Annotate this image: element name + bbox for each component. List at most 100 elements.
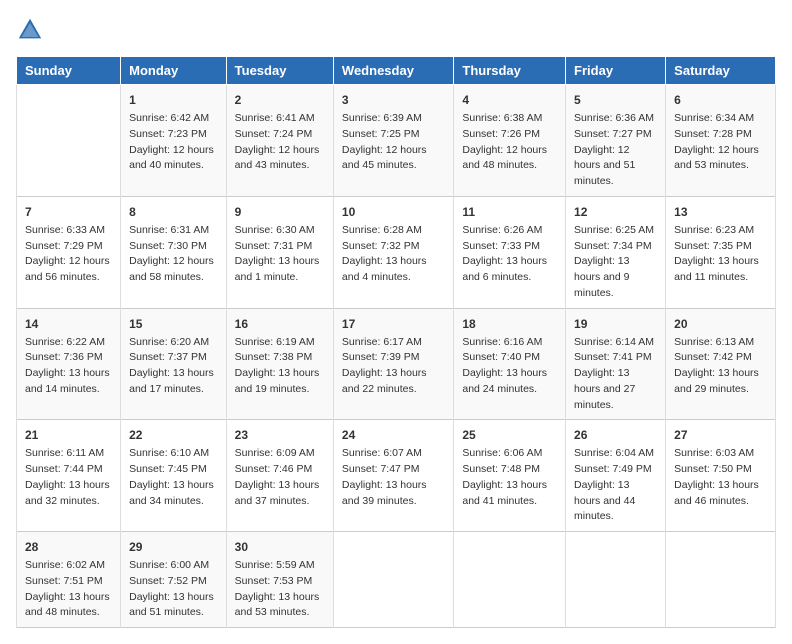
day-info: Sunrise: 6:03 AMSunset: 7:50 PMDaylight:… <box>674 446 767 509</box>
day-info: Sunrise: 6:33 AMSunset: 7:29 PMDaylight:… <box>25 223 112 286</box>
day-header-wednesday: Wednesday <box>333 57 453 85</box>
day-info: Sunrise: 6:07 AMSunset: 7:47 PMDaylight:… <box>342 446 445 509</box>
calendar-cell: 20 Sunrise: 6:13 AMSunset: 7:42 PMDayligh… <box>666 308 776 420</box>
day-info: Sunrise: 6:04 AMSunset: 7:49 PMDaylight:… <box>574 446 657 525</box>
header-row: SundayMondayTuesdayWednesdayThursdayFrid… <box>17 57 776 85</box>
day-info: Sunrise: 6:34 AMSunset: 7:28 PMDaylight:… <box>674 111 767 174</box>
week-row-2: 7 Sunrise: 6:33 AMSunset: 7:29 PMDaylight… <box>17 196 776 308</box>
day-info: Sunrise: 6:41 AMSunset: 7:24 PMDaylight:… <box>235 111 325 174</box>
calendar-cell: 21 Sunrise: 6:11 AMSunset: 7:44 PMDayligh… <box>17 420 121 532</box>
day-info: Sunrise: 6:11 AMSunset: 7:44 PMDaylight:… <box>25 446 112 509</box>
day-info: Sunrise: 6:38 AMSunset: 7:26 PMDaylight:… <box>462 111 557 174</box>
calendar-cell: 27 Sunrise: 6:03 AMSunset: 7:50 PMDayligh… <box>666 420 776 532</box>
calendar-header: SundayMondayTuesdayWednesdayThursdayFrid… <box>17 57 776 85</box>
logo <box>16 16 48 44</box>
day-info: Sunrise: 6:17 AMSunset: 7:39 PMDaylight:… <box>342 335 445 398</box>
day-number: 13 <box>674 203 767 221</box>
day-number: 30 <box>235 538 325 556</box>
day-header-sunday: Sunday <box>17 57 121 85</box>
week-row-5: 28Sunrise: 6:02 AMSunset: 7:51 PMDayligh… <box>17 532 776 628</box>
calendar-cell: 5 Sunrise: 6:36 AMSunset: 7:27 PMDaylight… <box>566 85 666 197</box>
day-number: 29 <box>129 538 218 556</box>
day-number: 20 <box>674 315 767 333</box>
day-number: 5 <box>574 91 657 109</box>
day-number: 2 <box>235 91 325 109</box>
day-number: 7 <box>25 203 112 221</box>
day-number: 26 <box>574 426 657 444</box>
day-number: 18 <box>462 315 557 333</box>
calendar-cell: 18 Sunrise: 6:16 AMSunset: 7:40 PMDayligh… <box>454 308 566 420</box>
day-info: Sunrise: 6:26 AMSunset: 7:33 PMDaylight:… <box>462 223 557 286</box>
calendar-cell: 11 Sunrise: 6:26 AMSunset: 7:33 PMDayligh… <box>454 196 566 308</box>
calendar-cell: 29Sunrise: 6:00 AMSunset: 7:52 PMDayligh… <box>121 532 227 628</box>
day-number: 24 <box>342 426 445 444</box>
calendar-cell <box>333 532 453 628</box>
calendar-cell: 3Sunrise: 6:39 AMSunset: 7:25 PMDaylight… <box>333 85 453 197</box>
day-number: 8 <box>129 203 218 221</box>
day-info: Sunrise: 6:22 AMSunset: 7:36 PMDaylight:… <box>25 335 112 398</box>
calendar-cell: 6Sunrise: 6:34 AMSunset: 7:28 PMDaylight… <box>666 85 776 197</box>
day-header-friday: Friday <box>566 57 666 85</box>
day-number: 11 <box>462 203 557 221</box>
day-header-thursday: Thursday <box>454 57 566 85</box>
calendar-cell: 12 Sunrise: 6:25 AMSunset: 7:34 PMDayligh… <box>566 196 666 308</box>
calendar-cell: 8 Sunrise: 6:31 AMSunset: 7:30 PMDaylight… <box>121 196 227 308</box>
day-info: Sunrise: 6:30 AMSunset: 7:31 PMDaylight:… <box>235 223 325 286</box>
day-number: 14 <box>25 315 112 333</box>
day-info: Sunrise: 6:28 AMSunset: 7:32 PMDaylight:… <box>342 223 445 286</box>
day-number: 4 <box>462 91 557 109</box>
calendar-cell: 28Sunrise: 6:02 AMSunset: 7:51 PMDayligh… <box>17 532 121 628</box>
day-number: 16 <box>235 315 325 333</box>
day-number: 27 <box>674 426 767 444</box>
calendar-cell: 13 Sunrise: 6:23 AMSunset: 7:35 PMDayligh… <box>666 196 776 308</box>
day-number: 15 <box>129 315 218 333</box>
day-info: Sunrise: 6:23 AMSunset: 7:35 PMDaylight:… <box>674 223 767 286</box>
day-number: 1 <box>129 91 218 109</box>
calendar-cell: 23Sunrise: 6:09 AMSunset: 7:46 PMDayligh… <box>226 420 333 532</box>
calendar-cell: 1 Sunrise: 6:42 AMSunset: 7:23 PMDaylight… <box>121 85 227 197</box>
day-header-saturday: Saturday <box>666 57 776 85</box>
day-info: Sunrise: 6:06 AMSunset: 7:48 PMDaylight:… <box>462 446 557 509</box>
week-row-1: 1 Sunrise: 6:42 AMSunset: 7:23 PMDaylight… <box>17 85 776 197</box>
day-number: 21 <box>25 426 112 444</box>
day-info: Sunrise: 6:39 AMSunset: 7:25 PMDaylight:… <box>342 111 445 174</box>
calendar-cell <box>566 532 666 628</box>
day-number: 12 <box>574 203 657 221</box>
day-number: 25 <box>462 426 557 444</box>
logo-icon <box>16 16 44 44</box>
day-info: Sunrise: 6:42 AMSunset: 7:23 PMDaylight:… <box>129 111 218 174</box>
calendar-cell: 7 Sunrise: 6:33 AMSunset: 7:29 PMDaylight… <box>17 196 121 308</box>
day-number: 28 <box>25 538 112 556</box>
calendar-cell: 14 Sunrise: 6:22 AMSunset: 7:36 PMDayligh… <box>17 308 121 420</box>
day-number: 19 <box>574 315 657 333</box>
day-info: Sunrise: 6:20 AMSunset: 7:37 PMDaylight:… <box>129 335 218 398</box>
day-info: Sunrise: 6:19 AMSunset: 7:38 PMDaylight:… <box>235 335 325 398</box>
calendar-cell: 9Sunrise: 6:30 AMSunset: 7:31 PMDaylight… <box>226 196 333 308</box>
day-info: Sunrise: 6:09 AMSunset: 7:46 PMDaylight:… <box>235 446 325 509</box>
page-header <box>16 16 776 44</box>
calendar-cell: 16 Sunrise: 6:19 AMSunset: 7:38 PMDayligh… <box>226 308 333 420</box>
day-info: Sunrise: 6:25 AMSunset: 7:34 PMDaylight:… <box>574 223 657 302</box>
day-info: Sunrise: 6:31 AMSunset: 7:30 PMDaylight:… <box>129 223 218 286</box>
calendar-cell: 24 Sunrise: 6:07 AMSunset: 7:47 PMDayligh… <box>333 420 453 532</box>
calendar-cell <box>454 532 566 628</box>
day-header-tuesday: Tuesday <box>226 57 333 85</box>
day-number: 10 <box>342 203 445 221</box>
week-row-4: 21 Sunrise: 6:11 AMSunset: 7:44 PMDayligh… <box>17 420 776 532</box>
day-number: 22 <box>129 426 218 444</box>
calendar-cell: 2 Sunrise: 6:41 AMSunset: 7:24 PMDaylight… <box>226 85 333 197</box>
calendar-cell: 19 Sunrise: 6:14 AMSunset: 7:41 PMDayligh… <box>566 308 666 420</box>
calendar-cell: 4 Sunrise: 6:38 AMSunset: 7:26 PMDaylight… <box>454 85 566 197</box>
day-header-monday: Monday <box>121 57 227 85</box>
day-info: Sunrise: 6:13 AMSunset: 7:42 PMDaylight:… <box>674 335 767 398</box>
day-info: Sunrise: 6:16 AMSunset: 7:40 PMDaylight:… <box>462 335 557 398</box>
calendar-cell: 17 Sunrise: 6:17 AMSunset: 7:39 PMDayligh… <box>333 308 453 420</box>
day-number: 17 <box>342 315 445 333</box>
calendar-table: SundayMondayTuesdayWednesdayThursdayFrid… <box>16 56 776 628</box>
calendar-cell <box>17 85 121 197</box>
day-info: Sunrise: 6:36 AMSunset: 7:27 PMDaylight:… <box>574 111 657 190</box>
calendar-cell: 22Sunrise: 6:10 AMSunset: 7:45 PMDayligh… <box>121 420 227 532</box>
calendar-cell: 10 Sunrise: 6:28 AMSunset: 7:32 PMDayligh… <box>333 196 453 308</box>
calendar-body: 1 Sunrise: 6:42 AMSunset: 7:23 PMDaylight… <box>17 85 776 628</box>
day-info: Sunrise: 6:14 AMSunset: 7:41 PMDaylight:… <box>574 335 657 414</box>
